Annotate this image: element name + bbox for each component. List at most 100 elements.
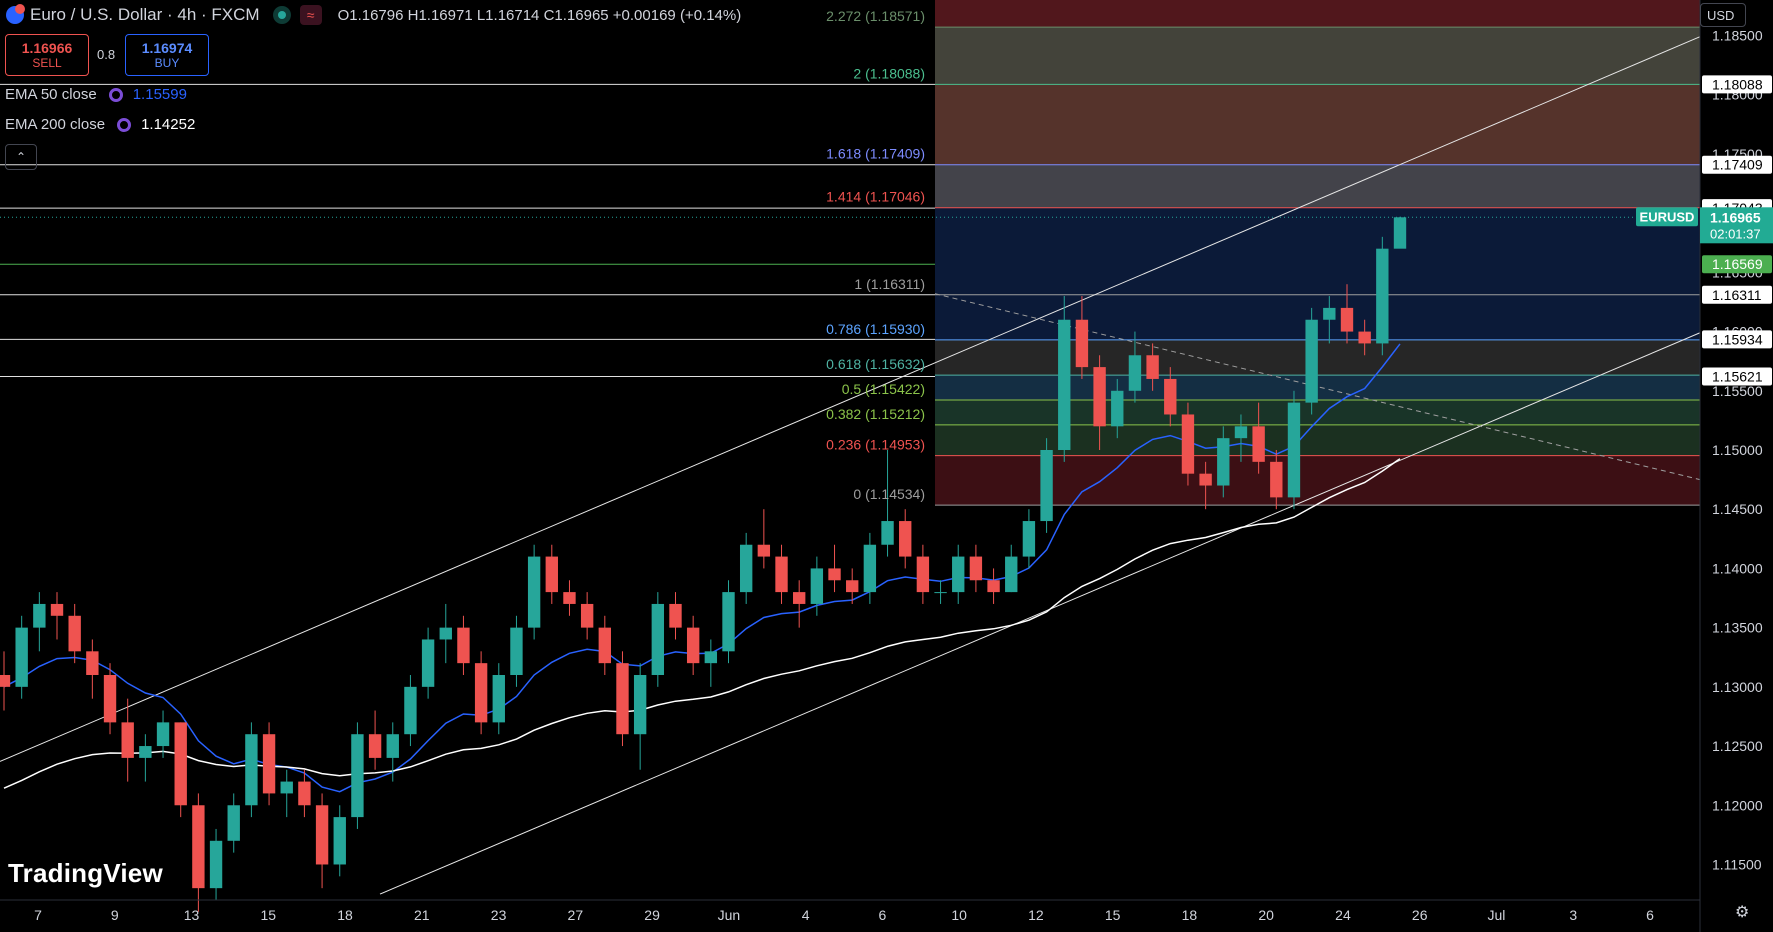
fib-label: 1.414 (1.17046) bbox=[826, 189, 925, 205]
candle-body bbox=[828, 568, 841, 581]
candle-body bbox=[669, 603, 682, 628]
ema200-legend[interactable]: EMA 200 close 1.14252 bbox=[5, 116, 195, 133]
candle-body bbox=[333, 817, 346, 865]
candle-body bbox=[1287, 402, 1301, 498]
candle-body bbox=[192, 805, 205, 889]
market-open-icon bbox=[277, 11, 286, 19]
price-level-tag-label: 1.17409 bbox=[1712, 157, 1763, 173]
candle-body bbox=[139, 746, 152, 758]
candle-body bbox=[298, 781, 311, 806]
time-tick-label: 24 bbox=[1335, 907, 1351, 923]
candle-body bbox=[1093, 367, 1106, 427]
candle-body bbox=[492, 675, 505, 723]
ema50-value: 1.15599 bbox=[132, 86, 187, 103]
collapse-legend-button[interactable]: ⌃ bbox=[5, 144, 37, 170]
time-tick-label: Jun bbox=[718, 907, 741, 923]
candle-body bbox=[934, 592, 947, 594]
time-tick-label: 20 bbox=[1258, 907, 1274, 923]
fib-zone bbox=[935, 27, 1700, 85]
time-tick-label: 23 bbox=[491, 907, 507, 923]
current-price-value: 1.16965 bbox=[1710, 209, 1761, 225]
candle-body bbox=[846, 580, 859, 593]
candle-body bbox=[474, 663, 488, 723]
time-tick-label: 18 bbox=[1182, 907, 1198, 923]
candle-body bbox=[1040, 450, 1053, 522]
candle-body bbox=[1181, 414, 1195, 474]
candle-body bbox=[722, 592, 735, 652]
fib-label: 2 (1.18088) bbox=[853, 65, 925, 81]
time-tick-label: 3 bbox=[1569, 907, 1577, 923]
indicator-icon bbox=[108, 87, 123, 102]
time-tick-label: 6 bbox=[878, 907, 886, 923]
candle-body bbox=[1022, 521, 1036, 557]
candle-body bbox=[757, 544, 771, 557]
fib-labels: 2.272 (1.18571) 2 (1.18088) 1.618 (1.17409… bbox=[826, 8, 925, 502]
candle-body bbox=[1340, 307, 1354, 332]
candle-body bbox=[1252, 426, 1265, 462]
candle-body bbox=[457, 627, 470, 664]
candle-body bbox=[1323, 307, 1336, 320]
price-level-tag-label: 1.16311 bbox=[1712, 287, 1762, 303]
ema200-value: 1.14252 bbox=[141, 116, 196, 133]
price-chart[interactable]: 2.272 (1.18571) 2 (1.18088) 1.618 (1.17409… bbox=[0, 0, 1773, 932]
candle-body bbox=[227, 805, 240, 841]
fib-label: 1 (1.16311) bbox=[854, 276, 925, 292]
buy-button[interactable]: 1.16974 BUY bbox=[125, 34, 209, 76]
sell-button[interactable]: 1.16966 SELL bbox=[5, 34, 89, 76]
price-tick-label: 1.15000 bbox=[1712, 442, 1763, 458]
candle-body bbox=[545, 556, 558, 593]
candle-body bbox=[121, 722, 134, 758]
candle-body bbox=[616, 663, 629, 735]
price-level-tag-label: 1.15621 bbox=[1712, 368, 1763, 384]
candle-body bbox=[952, 556, 965, 593]
candle-body bbox=[987, 580, 1000, 593]
ohlc-values: O1.16796 H1.16971 L1.16714 C1.16965 +0.0… bbox=[337, 6, 742, 24]
price-tick-label: 1.14000 bbox=[1712, 560, 1763, 576]
ema50-legend[interactable]: EMA 50 close 1.15599 bbox=[5, 86, 187, 103]
price-tick-label: 1.11500 bbox=[1712, 856, 1762, 872]
candle-body bbox=[1058, 319, 1071, 450]
candle-body bbox=[404, 686, 417, 735]
candle-body bbox=[739, 544, 753, 593]
candle-body bbox=[351, 734, 364, 818]
fib-label: 0.236 (1.14953) bbox=[826, 437, 925, 453]
candle-body bbox=[580, 603, 594, 628]
symbol-title[interactable]: Euro / U.S. Dollar · 4h · FXCM bbox=[30, 5, 260, 25]
wave-icon[interactable]: ≈ bbox=[299, 5, 322, 25]
settings-icon[interactable]: ⚙ bbox=[1735, 902, 1749, 922]
candle-body bbox=[68, 615, 81, 652]
candle-body bbox=[315, 805, 329, 865]
candle-body bbox=[633, 675, 647, 735]
candle-body bbox=[156, 722, 170, 747]
euro-flag-icon bbox=[6, 4, 25, 24]
price-tick-label: 1.12500 bbox=[1712, 738, 1763, 754]
fib-label: 1.618 (1.17409) bbox=[826, 146, 925, 162]
candle-body bbox=[1128, 355, 1142, 391]
candle-body bbox=[1111, 390, 1124, 427]
candle-body bbox=[1376, 248, 1389, 344]
candle-body bbox=[686, 627, 700, 664]
currency-button[interactable]: USD bbox=[1700, 3, 1746, 27]
price-tick-label: 1.18500 bbox=[1712, 28, 1763, 44]
candle-body bbox=[209, 840, 223, 889]
fib-zone bbox=[935, 164, 1700, 208]
candle-body bbox=[881, 521, 894, 545]
candle-body bbox=[916, 556, 930, 593]
time-tick-label: 12 bbox=[1028, 907, 1044, 923]
fib-label: 2.272 (1.18571) bbox=[826, 8, 925, 24]
sell-label: SELL bbox=[32, 56, 62, 70]
ema200-line bbox=[3, 458, 1401, 789]
candle-body bbox=[262, 734, 276, 794]
candle-body bbox=[1075, 319, 1089, 368]
sell-price: 1.16966 bbox=[21, 40, 73, 56]
candle-body bbox=[1305, 319, 1318, 403]
candle-body bbox=[1164, 378, 1177, 415]
candle-body bbox=[0, 675, 11, 687]
fib-label: 0.5 (1.15422) bbox=[842, 381, 925, 397]
candle-body bbox=[1393, 217, 1407, 249]
candle-body bbox=[1199, 473, 1212, 486]
candle-body bbox=[103, 675, 117, 723]
candle-body bbox=[775, 556, 788, 593]
candle-body bbox=[421, 639, 435, 687]
candle-body bbox=[899, 521, 912, 557]
